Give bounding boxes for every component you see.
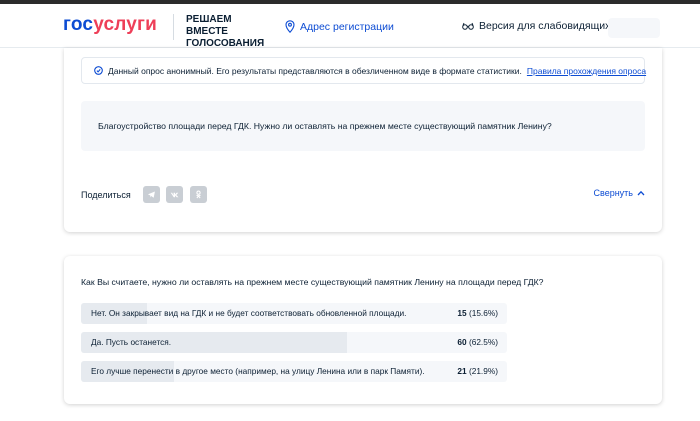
project-title[interactable]: РЕШАЕМ ВМЕСТЕ ГОЛОСОВАНИЯ (186, 14, 276, 50)
share-vk-button[interactable] (166, 186, 183, 203)
share-label: Поделиться (81, 190, 131, 200)
results-card: Как Вы считаете, нужно ли оставлять на п… (64, 256, 662, 404)
answer-count: 60 (62.5%) (457, 332, 498, 353)
share-odnoklassniki-button[interactable] (190, 186, 207, 203)
address-link[interactable]: Адрес регистрации (285, 20, 394, 33)
site-header: госуслуги РЕШАЕМ ВМЕСТЕ ГОЛОСОВАНИЯ Адре… (0, 4, 700, 50)
answer-percent: (62.5%) (468, 337, 498, 347)
odnoklassniki-icon (196, 190, 201, 199)
answer-count: 21 (21.9%) (457, 361, 498, 382)
logo-gos-text: гос (63, 14, 94, 35)
logo-uslugi-text: услуги (93, 14, 158, 35)
poll-question-text: Благоустройство площади перед ГДК. Нужно… (98, 121, 552, 131)
header-login-placeholder[interactable] (608, 18, 660, 38)
glasses-icon (462, 22, 474, 30)
answer-percent: (21.9%) (468, 366, 498, 376)
low-vision-toggle[interactable]: Версия для слабовидящих (462, 20, 610, 32)
poll-card: Данный опрос анонимный. Его результаты п… (64, 48, 662, 232)
answer-row: Его лучше перенести в другое место (напр… (81, 361, 507, 382)
collapse-label: Свернуть (593, 188, 633, 198)
answer-count: 15 (15.6%) (457, 303, 498, 324)
answer-votes: 15 (457, 308, 467, 318)
chevron-up-icon (637, 190, 645, 196)
vk-icon (170, 192, 179, 198)
location-pin-icon (285, 20, 295, 33)
answer-row: Нет. Он закрывает вид на ГДК и не будет … (81, 303, 507, 324)
poll-question: Благоустройство площади перед ГДК. Нужно… (81, 101, 645, 151)
address-label: Адрес регистрации (300, 20, 394, 33)
answer-text: Да. Пусть останется. (91, 337, 172, 347)
answer-percent: (15.6%) (468, 308, 498, 318)
anonymity-notice: Данный опрос анонимный. Его результаты п… (81, 57, 646, 84)
low-vision-label: Версия для слабовидящих (479, 20, 611, 32)
results-question: Как Вы считаете, нужно ли оставлять на п… (81, 277, 544, 287)
share-telegram-button[interactable] (143, 186, 160, 203)
survey-rules-link[interactable]: Правила прохождения опроса (527, 66, 646, 76)
answer-text: Его лучше перенести в другое место (напр… (91, 366, 425, 376)
notice-text: Данный опрос анонимный. Его результаты п… (108, 65, 522, 76)
answer-text: Нет. Он закрывает вид на ГДК и не будет … (91, 308, 407, 318)
answer-row: Да. Пусть останется. 60 (62.5%) (81, 332, 507, 353)
telegram-icon (147, 191, 155, 198)
collapse-button[interactable]: Свернуть (594, 188, 645, 198)
answer-votes: 21 (457, 366, 467, 376)
answer-votes: 60 (457, 337, 467, 347)
logo-divider (173, 14, 174, 40)
info-icon (94, 66, 103, 75)
share-row: Поделиться Свернуть (81, 185, 645, 205)
gosuslugi-logo[interactable]: госуслуги (63, 14, 157, 36)
